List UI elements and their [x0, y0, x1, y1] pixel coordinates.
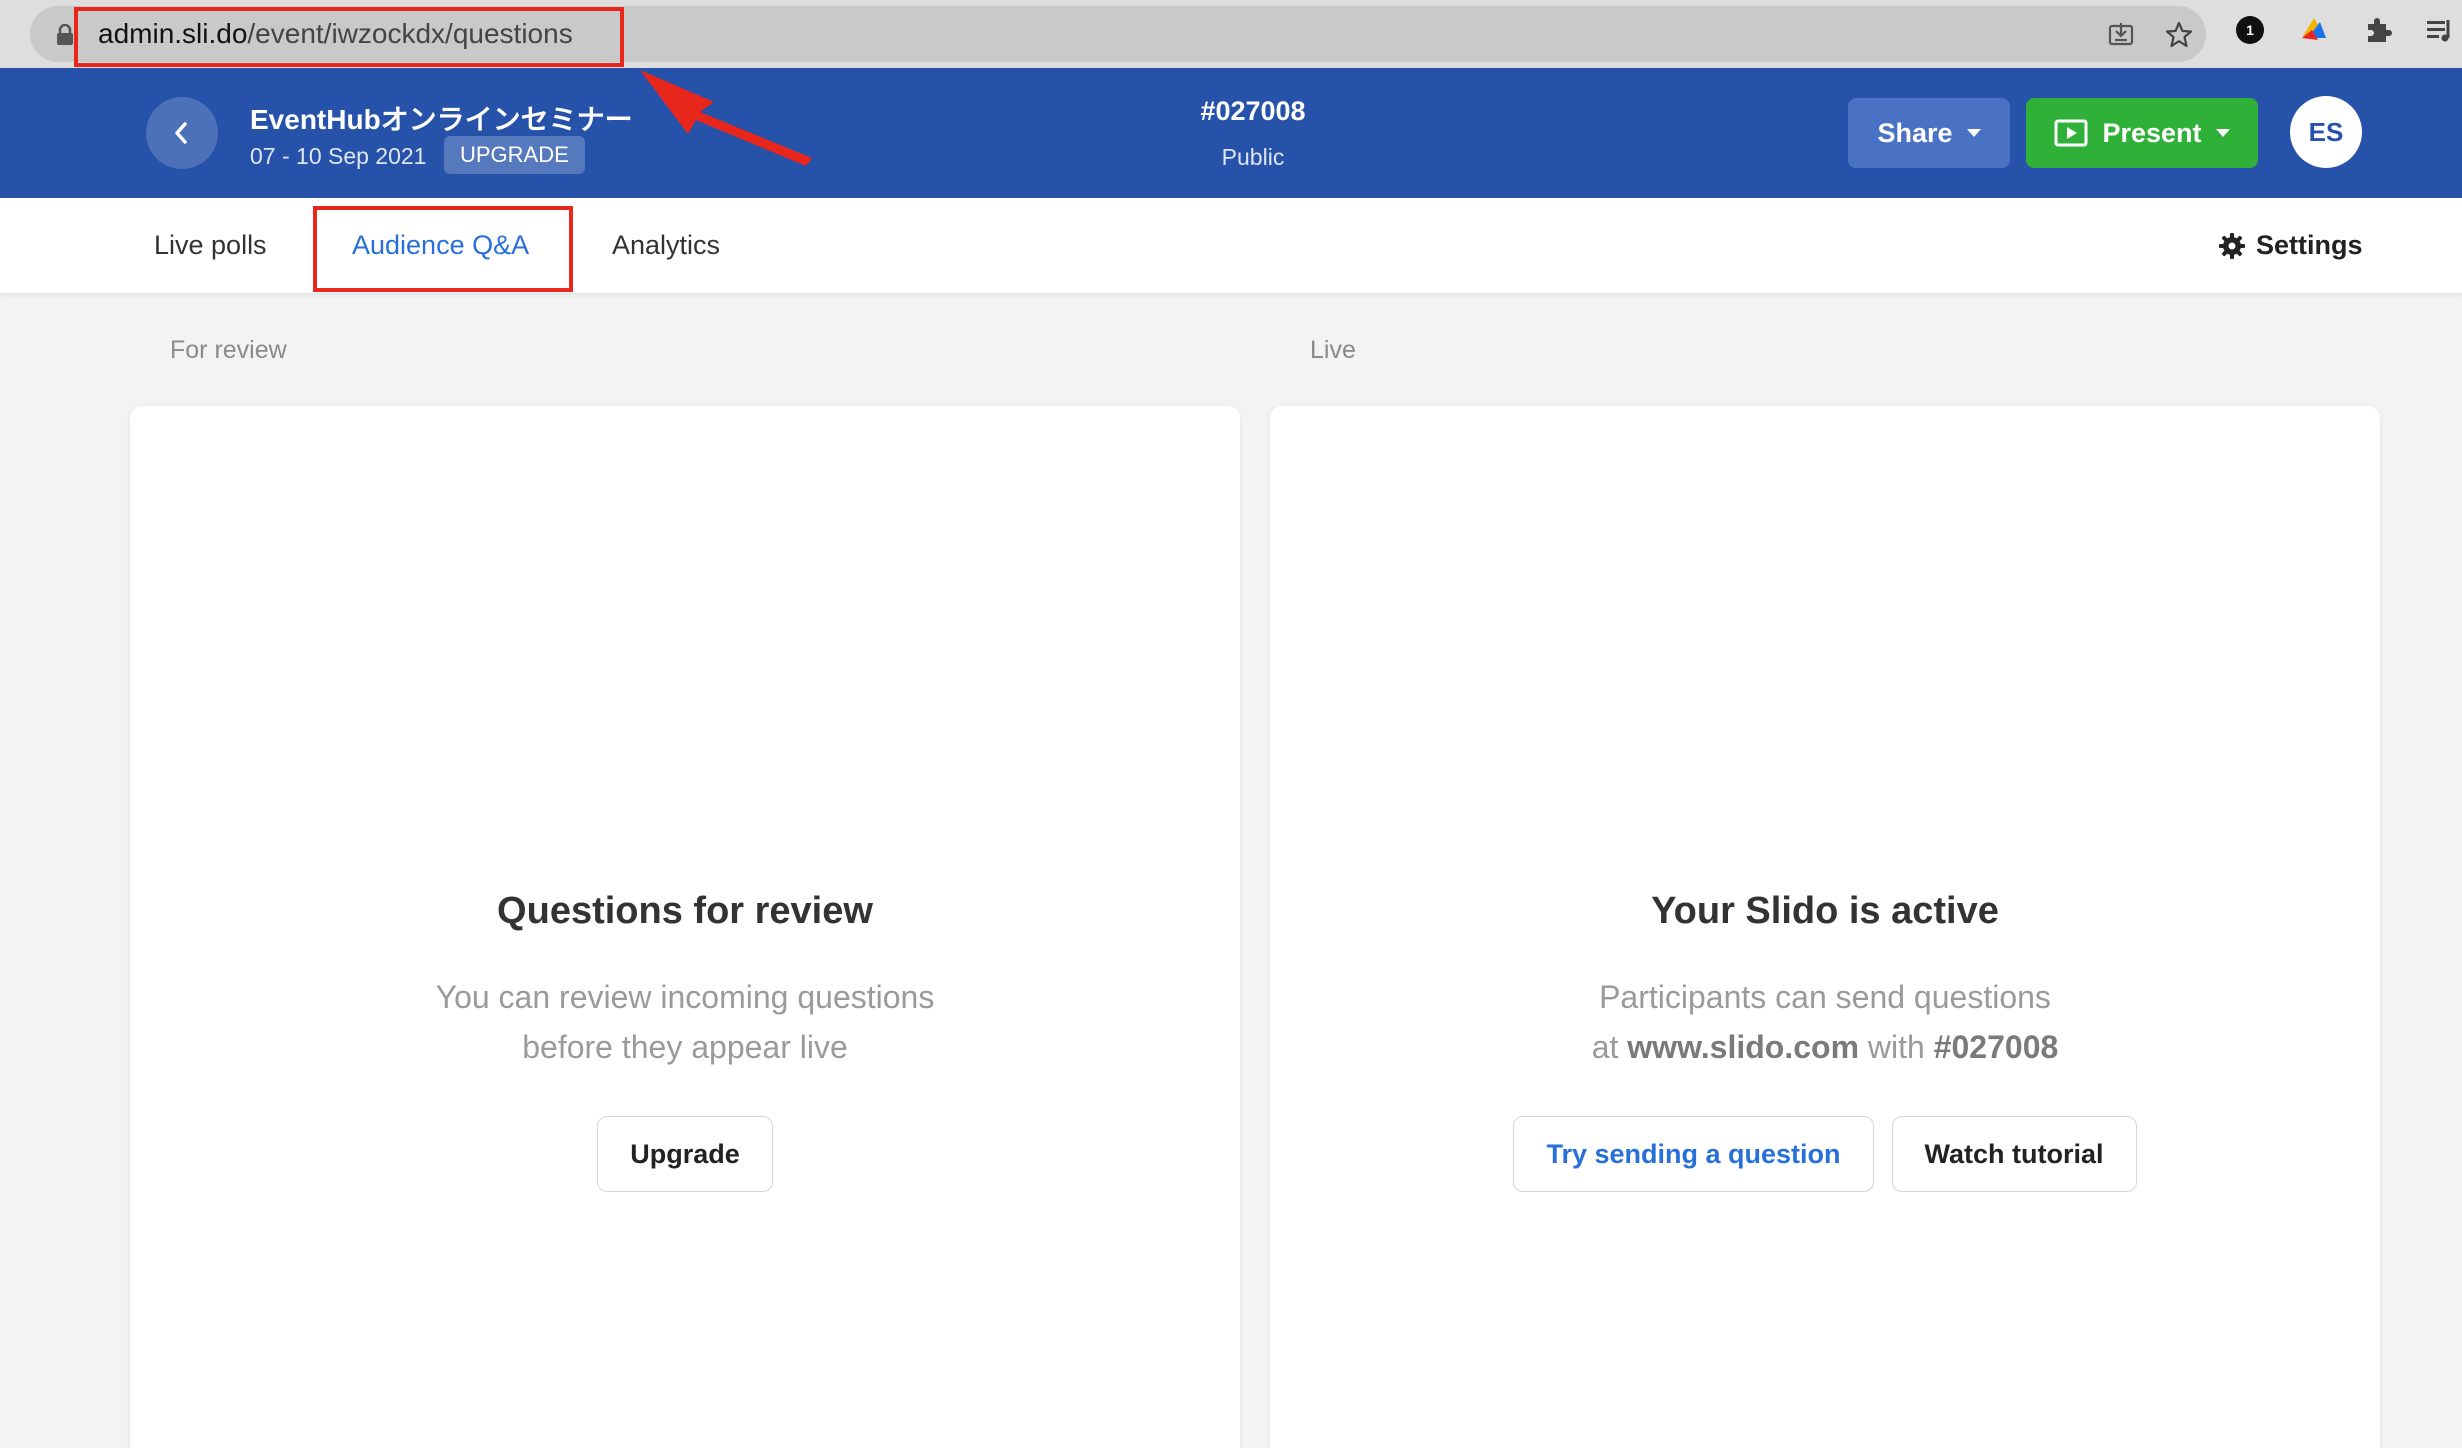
live-card-actions: Try sending a question Watch tutorial [1270, 1116, 2380, 1192]
event-code-inline: #027008 [1933, 1029, 2059, 1065]
review-desc-line-1: You can review incoming questions [435, 979, 935, 1015]
chevron-left-icon [175, 122, 187, 144]
tab-live-polls[interactable]: Live polls [154, 230, 267, 261]
upgrade-button[interactable]: Upgrade [597, 1116, 773, 1192]
live-card: Your Slido is active Participants can se… [1270, 406, 2380, 1448]
settings-label: Settings [2256, 230, 2363, 260]
lock-icon [57, 24, 73, 45]
extension-color-icon[interactable] [2298, 14, 2330, 46]
event-title: EventHubオンラインセミナー [250, 104, 633, 135]
present-screen-icon [2054, 119, 2088, 147]
annotation-tab-highlight [313, 206, 573, 292]
review-card-title: Questions for review [497, 890, 873, 932]
upgrade-badge[interactable]: UPGRADE [444, 136, 585, 174]
install-app-icon[interactable] [2106, 20, 2136, 50]
media-queue-icon[interactable] [2424, 14, 2456, 46]
present-button[interactable]: Present [2026, 98, 2258, 168]
event-code: #027008 [1200, 96, 1306, 126]
caret-down-icon [2215, 129, 2230, 137]
tab-analytics[interactable]: Analytics [612, 230, 720, 261]
review-card: Questions for review You can review inco… [130, 406, 1240, 1448]
annotation-url-highlight [74, 7, 624, 67]
back-button[interactable] [146, 97, 218, 169]
share-button[interactable]: Share [1848, 98, 2010, 168]
password-manager-icon[interactable]: 1 [2234, 14, 2266, 46]
present-label: Present [2102, 117, 2202, 148]
live-card-description: Participants can send questions at www.s… [1270, 972, 2380, 1072]
review-desc-line-2: before they appear live [522, 1029, 848, 1065]
live-desc-with: with [1867, 1029, 1925, 1065]
watch-tutorial-button[interactable]: Watch tutorial [1891, 1116, 2137, 1192]
extensions-puzzle-icon[interactable] [2362, 14, 2394, 46]
live-desc-line-2: at www.slido.com with #027008 [1270, 1022, 2380, 1072]
live-desc-at: at [1591, 1029, 1619, 1065]
settings-link[interactable]: Settings [2218, 230, 2363, 261]
live-label: Live [1310, 336, 1356, 364]
bookmark-star-icon[interactable] [2164, 20, 2194, 50]
event-header: EventHubオンラインセミナー 07 - 10 Sep 2021 UPGRA… [0, 68, 2462, 198]
for-review-label: For review [170, 336, 287, 364]
review-card-description: You can review incoming questions before… [130, 972, 1240, 1072]
review-card-actions: Upgrade [130, 1116, 1240, 1192]
live-card-title: Your Slido is active [1651, 890, 1999, 932]
caret-down-icon [1966, 129, 1981, 137]
svg-text:1: 1 [2246, 22, 2254, 38]
slido-site-link: www.slido.com [1627, 1029, 1860, 1065]
share-label: Share [1877, 117, 1953, 148]
event-visibility: Public [1221, 144, 1285, 170]
live-desc-line-1: Participants can send questions [1599, 979, 2051, 1015]
event-dates: 07 - 10 Sep 2021 [250, 143, 427, 169]
gear-icon [2219, 232, 2245, 259]
avatar[interactable]: ES [2290, 96, 2362, 168]
try-sending-question-button[interactable]: Try sending a question [1513, 1116, 1874, 1192]
